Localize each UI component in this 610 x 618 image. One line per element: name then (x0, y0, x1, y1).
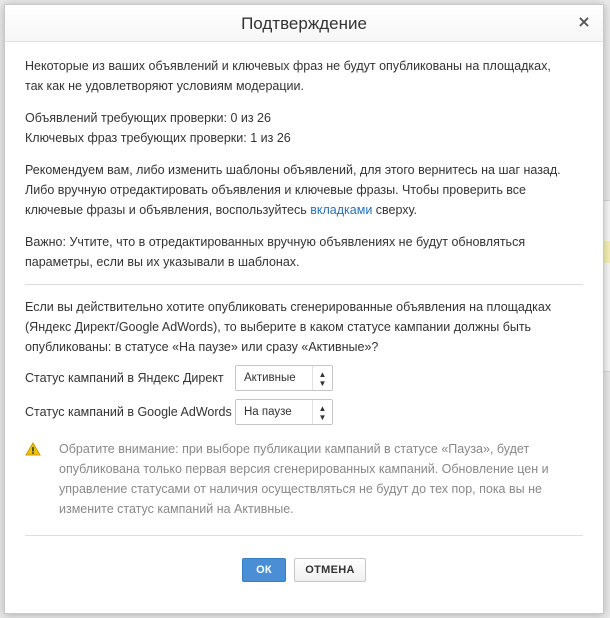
intro-line: так как не удовлетворяют условиям модера… (25, 79, 304, 93)
important-line: Важно: Учтите, что в отредактированных в… (25, 235, 526, 249)
important-line: параметры, если вы их указывали в шаблон… (25, 255, 300, 269)
intro-line: Некоторые из ваших объявлений и ключевых… (25, 59, 551, 73)
pause-warning: Обратите внимание: при выборе публикации… (25, 439, 583, 519)
intro-text: Некоторые из ваших объявлений и ключевых… (25, 56, 583, 96)
yandex-status-row: Статус кампаний в Яндекс Директ Активные… (25, 363, 583, 393)
tabs-link[interactable]: вкладками (310, 203, 372, 217)
recommend-line: Рекомендуем вам, либо изменить шаблоны о… (25, 163, 561, 177)
dialog-body: Некоторые из ваших объявлений и ключевых… (5, 42, 603, 582)
warning-text: Обратите внимание: при выборе публикации… (47, 439, 549, 519)
updown-arrows-icon: ▲ ▼ (312, 366, 332, 390)
warning-line: управление статусами от наличия осуществ… (59, 482, 542, 496)
yandex-status-value: Активные (244, 372, 296, 384)
warning-icon (25, 439, 47, 519)
google-status-value: На паузе (244, 406, 292, 418)
divider (25, 284, 583, 285)
google-status-label: Статус кампаний в Google AdWords (25, 405, 232, 419)
cancel-button[interactable]: ОТМЕНА (294, 558, 366, 582)
yandex-status-label: Статус кампаний в Яндекс Директ (25, 371, 224, 385)
google-status-row: Статус кампаний в Google AdWords На пауз… (25, 397, 583, 427)
updown-arrows-icon: ▲ ▼ (312, 400, 332, 424)
divider (25, 535, 583, 536)
yandex-status-select[interactable]: Активные ▲ ▼ (235, 365, 333, 391)
dialog-title: Подтверждение (241, 14, 367, 33)
ok-button[interactable]: ОК (242, 558, 286, 582)
recommend-line: Либо вручную отредактировать объявления … (25, 183, 527, 197)
recommend-line: ключевые фразы и объявления, воспользуйт… (25, 200, 583, 220)
ads-review-count: Объявлений требующих проверки: 0 из 26 (25, 111, 271, 125)
dialog-header: Подтверждение × (5, 5, 603, 42)
warning-line: Обратите внимание: при выборе публикации… (59, 442, 530, 456)
review-counts: Объявлений требующих проверки: 0 из 26 К… (25, 108, 583, 148)
publish-line: опубликованы: в статусе «На паузе» или с… (25, 340, 379, 354)
confirmation-dialog: Подтверждение × Некоторые из ваших объяв… (4, 4, 604, 614)
publish-line: Если вы действительно хотите опубликоват… (25, 300, 552, 314)
important-note: Важно: Учтите, что в отредактированных в… (25, 232, 583, 272)
publish-line: (Яндекс Директ/Google AdWords), то выбер… (25, 320, 532, 334)
recommend-line-start: ключевые фразы и объявления, воспользуйт… (25, 203, 311, 217)
warning-line: опубликована только первая версия сгенер… (59, 462, 549, 476)
google-status-select[interactable]: На паузе ▲ ▼ (235, 399, 333, 425)
warning-line: измените статус кампаний на Активные. (59, 502, 294, 516)
recommend-line-end: сверху. (372, 203, 418, 217)
dialog-buttons: ОК ОТМЕНА (25, 558, 583, 582)
publish-question: Если вы действительно хотите опубликоват… (25, 297, 583, 357)
recommendation-text: Рекомендуем вам, либо изменить шаблоны о… (25, 160, 583, 220)
close-icon[interactable]: × (575, 13, 593, 31)
phrases-review-count: Ключевых фраз требующих проверки: 1 из 2… (25, 131, 291, 145)
